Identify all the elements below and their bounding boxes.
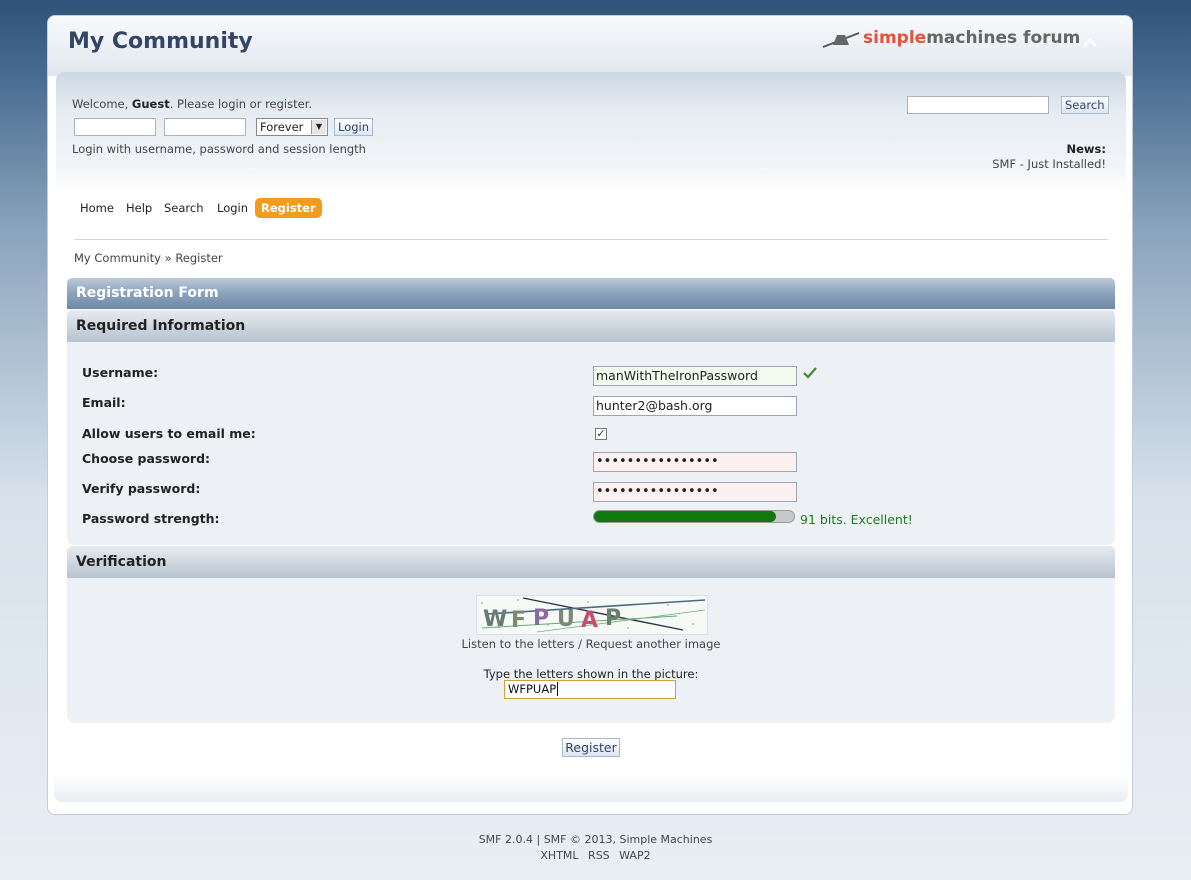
news-text: SMF - Just Installed! [992,157,1106,171]
footer-links: XHTML RSS WAP2 [0,849,1191,862]
captcha-letter-6: P [605,606,621,631]
menu-item-register[interactable]: Register [255,198,322,218]
captcha-input-value: WFPUAP [508,682,557,696]
username-input[interactable] [74,118,156,136]
login-hint: Login with username, password and sessio… [72,142,366,156]
verify-password-field[interactable]: •••••••••••••••• [593,482,797,502]
footer-copyright-link[interactable]: SMF © 2013, Simple Machines [544,833,713,846]
username-field[interactable]: manWithTheIronPassword [593,366,797,386]
menu-divider [74,239,1108,240]
welcome-prefix: Welcome, [72,97,129,111]
captcha-image: W F P U A P [476,595,708,635]
request-image-link[interactable]: Request another image [586,637,721,651]
footer-link-rss[interactable]: RSS [588,849,610,862]
verify-password-label: Verify password: [82,481,201,496]
password-strength-text: 91 bits. Excellent! [800,512,913,527]
verification-header: Verification [67,546,1115,578]
menu-item-help[interactable]: Help [120,198,158,218]
search-button[interactable]: Search [1061,96,1109,114]
verification-panel: W F P U A P Listen to the letters / Requ… [67,578,1115,723]
captcha-input[interactable]: WFPUAP [504,680,676,699]
menu-item-login[interactable]: Login [211,198,254,218]
breadcrumb-separator: » [164,251,172,265]
breadcrumb-root[interactable]: My Community [74,251,161,265]
logo-text-accent: simple [863,28,927,48]
register-button[interactable]: Register [562,738,620,757]
smf-logo[interactable]: simplemachines forum [821,26,1080,54]
captcha-letter-1: W [483,607,507,632]
news-area: News: SMF - Just Installed! [992,142,1106,171]
breadcrumb: My Community » Register [74,251,223,265]
login-button[interactable]: Login [334,118,374,136]
search-input[interactable] [907,96,1049,114]
forum-wrapper: My Community simplemachines forum Welcom… [47,15,1133,815]
captcha-letter-3: P [533,606,549,631]
footer-link-xhtml[interactable]: XHTML [540,849,578,862]
required-info-panel: Username: manWithTheIronPassword Email: … [67,342,1115,545]
choose-password-label: Choose password: [82,451,211,466]
allow-email-checkbox[interactable]: ✓ [595,428,607,440]
password-strength-bar [593,510,795,523]
password-strength-label: Password strength: [82,511,220,526]
captcha-prompt: Type the letters shown in the picture: [483,667,699,681]
chevron-up-icon[interactable] [1083,33,1097,52]
session-length-value: Forever [260,120,304,134]
logo-text: simplemachines forum [863,28,1080,48]
footer-copyright: SMF 2.0.4 | SMF © 2013, Simple Machines [478,833,713,846]
password-strength-fill [594,511,776,522]
forum-title[interactable]: My Community [68,29,253,54]
password-input[interactable] [164,118,246,136]
allow-email-label: Allow users to email me: [82,426,256,441]
menu-item-home[interactable]: Home [74,198,120,218]
required-info-header: Required Information [67,310,1115,342]
captcha-links: Listen to the letters / Request another … [67,637,1115,651]
bottom-strip [54,774,1128,802]
captcha-letter-4: U [557,607,575,632]
news-label: News: [1066,142,1107,156]
captcha-letter-5: A [581,608,598,633]
email-field[interactable]: hunter2@bash.org [593,396,797,416]
welcome-suffix: . Please login or register. [169,97,313,111]
gear-logo-icon [822,32,860,48]
footer-version[interactable]: SMF 2.0.4 [479,833,533,846]
text-cursor [557,682,559,696]
footer-link-wap2[interactable]: WAP2 [619,849,650,862]
username-label: Username: [82,365,159,380]
email-label: Email: [82,395,126,410]
listen-letters-link[interactable]: Listen to the letters [462,637,575,651]
choose-password-field[interactable]: •••••••••••••••• [593,452,797,472]
breadcrumb-current[interactable]: Register [175,251,222,265]
logo-text-rest: machines forum [926,28,1081,48]
chevron-down-icon: ▼ [311,120,326,134]
captcha-letter-2: F [511,608,526,633]
captcha-link-separator: / [578,637,582,651]
captcha-noise: W F P U A P [481,597,706,633]
menu-item-search[interactable]: Search [158,198,210,218]
session-length-select[interactable]: Forever ▼ [256,118,328,136]
check-icon [802,365,818,384]
welcome-text: Welcome, Guest. Please login or register… [72,97,312,111]
registration-form-title: Registration Form [67,278,1115,309]
guest-name: Guest [131,97,170,111]
